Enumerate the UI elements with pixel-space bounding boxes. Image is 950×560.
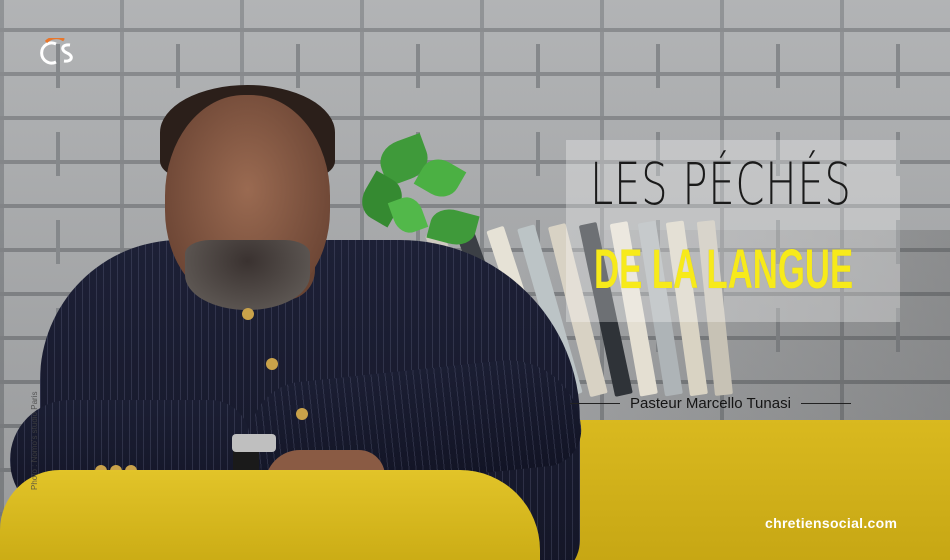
wristwatch-icon [232,434,276,452]
byline: Pasteur Marcello Tunasi [570,393,900,413]
jacket-button [266,358,278,370]
yellow-sofa-arm [0,470,540,560]
website-url: chretiensocial.com [765,515,898,531]
jacket-button [296,408,308,420]
byline-rule-right [800,402,851,404]
byline-rule-left [570,402,620,404]
headline-line-1: LES PÉCHÉS [590,150,852,218]
cs-logo-icon [40,36,82,68]
banner-image: Photo : Nomo's studio Paris LES PÉCHÉS D… [0,0,950,560]
jacket-button [242,308,254,320]
headline-line-2: DE LA LANGUE [594,237,854,300]
photo-credit: Photo : Nomo's studio Paris [30,391,39,490]
author-name: Pasteur Marcello Tunasi [630,394,791,412]
beard [185,240,310,310]
